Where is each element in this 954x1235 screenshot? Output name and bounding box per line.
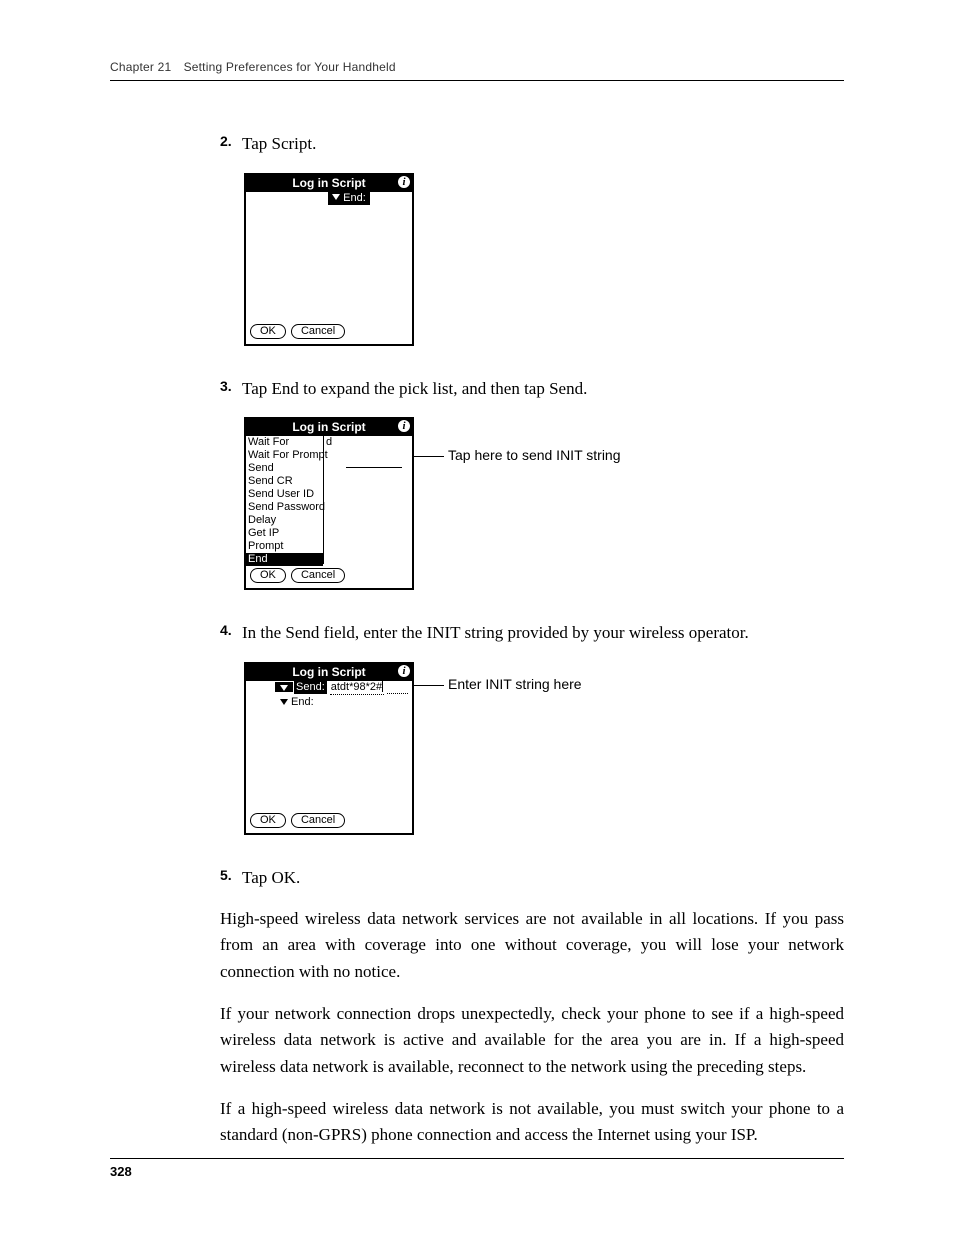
send-row: Send: atdt*98*2#: [276, 681, 412, 695]
right-d-char: d: [326, 436, 332, 449]
info-icon[interactable]: i: [398, 420, 410, 432]
palm-title-3: Log in Script i: [246, 664, 412, 681]
paragraph-1: High-speed wireless data network service…: [220, 906, 844, 985]
chevron-down-icon[interactable]: [280, 699, 288, 705]
palm-buttons-2: OK Cancel: [246, 564, 412, 588]
step-2-text: Tap Script.: [242, 131, 316, 157]
screenshot-2-wrap: Log in Script i Wait For Wait For Prompt…: [244, 417, 844, 590]
callout-line-2: [414, 685, 444, 686]
footer-rule: [110, 1158, 844, 1159]
step-4-num: 4.: [220, 620, 242, 646]
step-3: 3. Tap End to expand the pick list, and …: [220, 376, 844, 402]
callout-enter-init: Enter INIT string here: [448, 676, 582, 692]
palm-title-1-label: Log in Script: [292, 176, 365, 190]
menu-item-end[interactable]: End: [246, 553, 323, 566]
script-pick-list[interactable]: Wait For Wait For Prompt Send Send CR Se…: [246, 436, 324, 564]
text-cursor: [382, 681, 383, 692]
palm-screenshot-2: Log in Script i Wait For Wait For Prompt…: [244, 417, 414, 590]
menu-item-send-cr[interactable]: Send CR: [248, 475, 321, 488]
callout-1-text: Tap here to send INIT string: [448, 447, 621, 463]
menu-item-get-ip[interactable]: Get IP: [248, 527, 321, 540]
palm-buttons-1: OK Cancel: [246, 320, 412, 344]
end-label[interactable]: End:: [291, 696, 314, 709]
palm-right-pane: d: [324, 436, 412, 564]
palm-screenshot-3: Log in Script i Send: atdt*98*2# End:: [244, 662, 414, 835]
step-5-num: 5.: [220, 865, 242, 891]
palm-title-2: Log in Script i: [246, 419, 412, 436]
end-dropdown-label: End:: [343, 192, 366, 204]
menu-item-send[interactable]: Send: [248, 462, 321, 475]
ok-button[interactable]: OK: [250, 813, 286, 828]
palm-buttons-3: OK Cancel: [246, 809, 412, 833]
paragraph-2: If your network connection drops unexpec…: [220, 1001, 844, 1080]
menu-item-wait-for-prompt[interactable]: Wait For Prompt: [248, 449, 321, 462]
init-string-value: atdt*98*2#: [331, 681, 382, 693]
screenshot-3-wrap: Log in Script i Send: atdt*98*2# End:: [244, 662, 844, 835]
page-number: 328: [110, 1164, 132, 1179]
chevron-down-icon[interactable]: [280, 685, 288, 691]
palm-title-3-label: Log in Script: [292, 665, 365, 679]
end-row: End:: [276, 696, 412, 709]
info-icon[interactable]: i: [398, 665, 410, 677]
callout-send-init: Tap here to send INIT string: [448, 447, 621, 463]
menu-item-send-password[interactable]: Send Password: [248, 501, 321, 514]
step-4-text: In the Send field, enter the INIT string…: [242, 620, 749, 646]
screenshot-1-wrap: Log in Script i End: OK Cancel: [244, 173, 844, 346]
cancel-button[interactable]: Cancel: [291, 568, 345, 583]
step-3-num: 3.: [220, 376, 242, 402]
cancel-button[interactable]: Cancel: [291, 813, 345, 828]
palm-body-2: Wait For Wait For Prompt Send Send CR Se…: [246, 436, 412, 564]
init-string-input[interactable]: atdt*98*2#: [330, 681, 384, 695]
end-dropdown[interactable]: End:: [328, 192, 370, 205]
page-footer: 328: [110, 1158, 844, 1181]
menu-item-wait-for[interactable]: Wait For: [248, 436, 321, 449]
send-pointer-line: [346, 467, 402, 468]
step-5: 5. Tap OK.: [220, 865, 844, 891]
palm-title-2-label: Log in Script: [292, 420, 365, 434]
header-rule: [110, 80, 844, 81]
callout-2-text: Enter INIT string here: [448, 676, 582, 692]
step-3-text: Tap End to expand the pick list, and the…: [242, 376, 587, 402]
chevron-down-icon: [332, 194, 340, 200]
step-4: 4. In the Send field, enter the INIT str…: [220, 620, 844, 646]
step-2: 2. Tap Script.: [220, 131, 844, 157]
ok-button[interactable]: OK: [250, 568, 286, 583]
menu-item-delay[interactable]: Delay: [248, 514, 321, 527]
palm-title-1: Log in Script i: [246, 175, 412, 192]
send-field-trailing: [387, 682, 408, 694]
palm-body-3: Send: atdt*98*2# End:: [246, 681, 412, 809]
info-icon[interactable]: i: [398, 176, 410, 188]
menu-item-send-user-id[interactable]: Send User ID: [248, 488, 321, 501]
menu-item-prompt[interactable]: Prompt: [248, 540, 321, 553]
running-head: Chapter 21 Setting Preferences for Your …: [110, 60, 844, 74]
paragraph-3: If a high-speed wireless data network is…: [220, 1096, 844, 1149]
send-label[interactable]: Send:: [294, 681, 327, 694]
callout-line-1: [414, 456, 444, 457]
ok-button[interactable]: OK: [250, 324, 286, 339]
step-5-text: Tap OK.: [242, 865, 300, 891]
step-2-num: 2.: [220, 131, 242, 157]
palm-screenshot-1: Log in Script i End: OK Cancel: [244, 173, 414, 346]
palm-body-1: End:: [246, 192, 412, 320]
cancel-button[interactable]: Cancel: [291, 324, 345, 339]
